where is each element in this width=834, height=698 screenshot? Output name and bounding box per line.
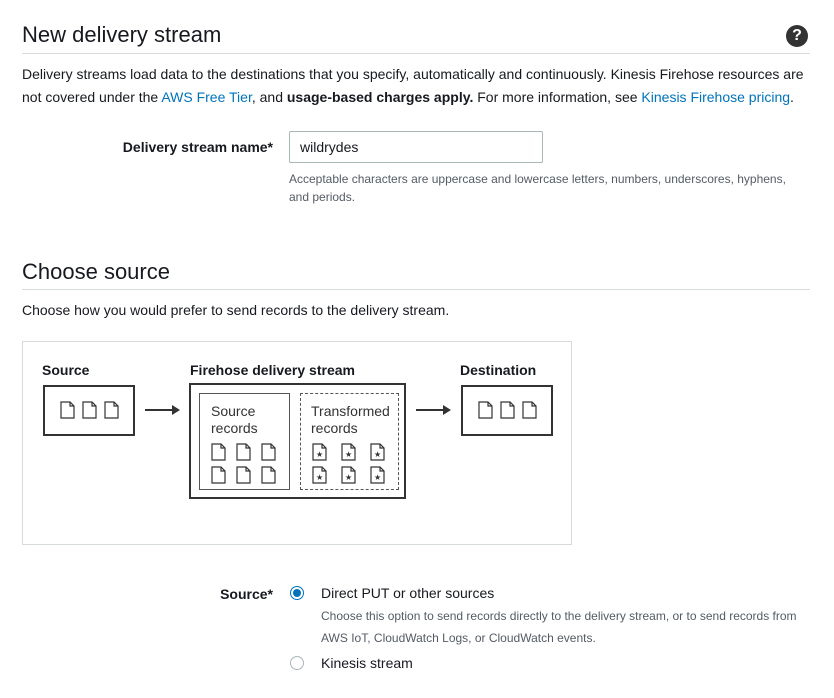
svg-text:★: ★ [345,473,352,482]
question-circle-icon[interactable]: ? [786,25,808,47]
firehose-box: Source records Transformed records ★ ★ ★… [189,383,406,499]
intro-paragraph: Delivery streams load data to the destin… [22,63,812,109]
svg-text:★: ★ [374,450,381,459]
transformed-records-label: Transformed records [311,403,390,436]
source-records-box: Source records [199,393,290,490]
stream-name-input[interactable] [289,131,543,163]
section-description: Choose how you would prefer to send reco… [22,302,450,318]
svg-text:★: ★ [374,473,381,482]
intro-text: For more information, see [473,89,642,105]
title-divider [22,53,810,54]
intro-text: . [790,89,794,105]
section-title: Choose source [22,259,170,284]
firehose-pricing-link[interactable]: Kinesis Firehose pricing [641,89,790,105]
arrow-right-icon [145,405,180,415]
document-icon [60,401,119,419]
delivery-diagram: Source Firehose delivery stream Destinat… [22,341,572,545]
document-icon [478,401,537,419]
stream-name-label: Delivery stream name* [122,139,273,155]
charges-text: usage-based charges apply. [286,89,474,105]
star-document-icon: ★ ★ ★ ★ ★ ★ [312,443,385,484]
document-icon [211,443,276,484]
diagram-source-label: Source [42,362,90,378]
radio-kinesis-stream[interactable] [290,656,304,670]
kinesis-stream-option-label[interactable]: Kinesis stream [321,655,413,671]
source-box [43,385,135,436]
svg-text:★: ★ [316,473,323,482]
diagram-destination-label: Destination [460,362,537,378]
intro-text: , and [251,89,287,105]
svg-text:★: ★ [316,450,323,459]
transformed-records-box: Transformed records ★ ★ ★ ★ ★ ★ [300,393,399,490]
destination-box [461,385,553,436]
svg-text:★: ★ [345,450,352,459]
stream-name-hint: Acceptable characters are uppercase and … [289,172,786,204]
aws-free-tier-link[interactable]: AWS Free Tier [161,89,252,105]
diagram-firehose-label: Firehose delivery stream [190,362,355,378]
source-radio-label: Source* [220,586,273,602]
direct-put-option-label[interactable]: Direct PUT or other sources [321,585,494,601]
source-records-label: Source records [211,403,258,436]
page-title: New delivery stream [22,22,222,47]
direct-put-description: Choose this option to send records direc… [321,609,797,645]
arrow-right-icon [416,405,451,415]
section-divider [22,289,810,290]
radio-direct-put[interactable] [290,586,304,600]
